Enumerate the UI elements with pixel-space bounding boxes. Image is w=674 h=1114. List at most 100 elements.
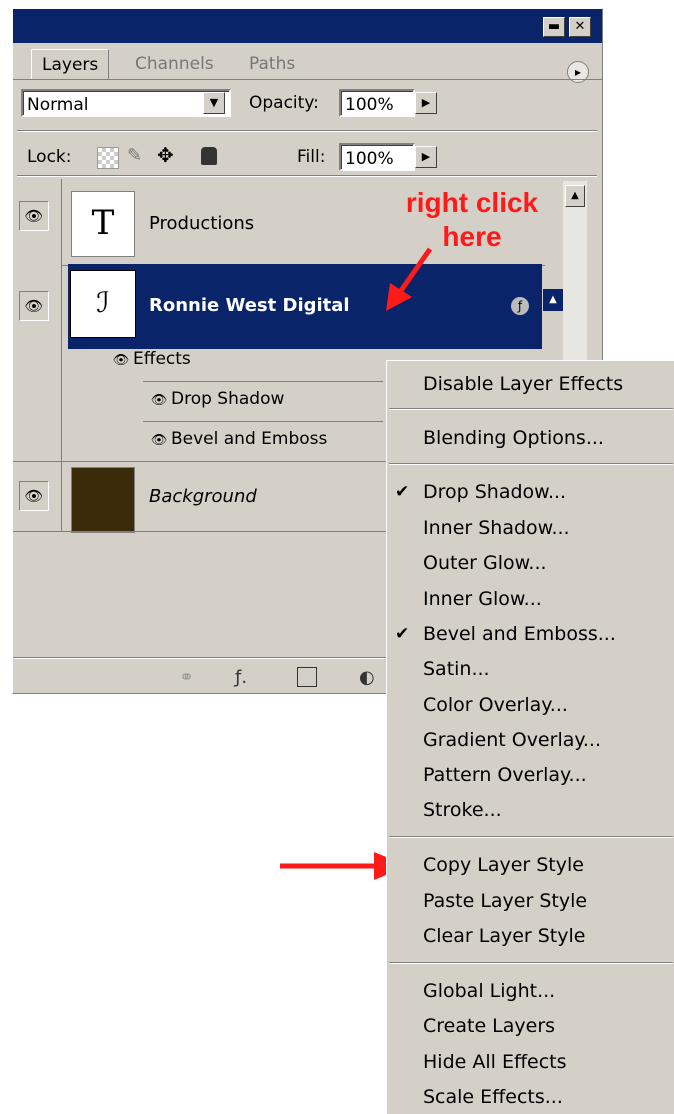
menu-item-hide-all-effects[interactable]: Hide All Effects [387, 1045, 674, 1079]
close-button[interactable]: ✕ [569, 17, 591, 37]
menu-separator [389, 463, 673, 465]
minimize-button[interactable]: ▬ [543, 17, 565, 37]
menu-item-blending-options[interactable]: Blending Options... [387, 421, 674, 455]
layer-thumbnail-productions[interactable]: T [71, 191, 135, 257]
chevron-down-icon[interactable]: ▼ [203, 92, 225, 114]
add-layer-style-icon[interactable]: ƒ. [235, 667, 247, 689]
tab-layers[interactable]: Layers [31, 49, 110, 80]
visibility-column [13, 179, 62, 531]
opacity-arrow-icon[interactable]: ▶ [415, 92, 437, 114]
menu-item-clear-layer-style[interactable]: Clear Layer Style [387, 919, 674, 953]
menu-item-label: Hide All Effects [423, 1051, 567, 1073]
divider [17, 130, 597, 132]
menu-item-label: Inner Shadow... [423, 517, 570, 539]
menu-item-bevel-emboss[interactable]: ✔ Bevel and Emboss... [387, 617, 674, 651]
menu-item-label: Global Light... [423, 980, 556, 1002]
eye-icon[interactable]: 👁 [19, 201, 49, 231]
menu-item-satin[interactable]: Satin... [387, 652, 674, 686]
context-menu: Disable Layer Effects Blending Options..… [386, 360, 674, 1114]
blend-mode-value: Normal [27, 95, 89, 115]
tab-paths[interactable]: Paths [239, 49, 305, 79]
type-layer-icon: T [91, 203, 115, 243]
layer-name-productions[interactable]: Productions [149, 212, 254, 236]
eye-icon[interactable]: 👁 [19, 481, 49, 511]
panel-tabs: Layers Channels Paths ▸ [13, 45, 602, 83]
effect-drop-shadow[interactable]: 👁 Drop Shadow [147, 387, 285, 413]
tab-divider [13, 79, 602, 80]
lock-transparency-icon[interactable] [97, 147, 119, 169]
layer-glyph-icon: ℐ [96, 286, 110, 319]
menu-separator [389, 836, 673, 838]
red-arrow-icon [386, 247, 433, 311]
menu-item-label: Bevel and Emboss... [423, 623, 616, 645]
menu-item-copy-layer-style[interactable]: Copy Layer Style [387, 848, 674, 882]
effect-label: Bevel and Emboss [171, 429, 328, 449]
lock-all-icon[interactable] [201, 147, 217, 165]
menu-item-label: Blending Options... [423, 427, 604, 449]
menu-item-create-layers[interactable]: Create Layers [387, 1009, 674, 1043]
divider [143, 421, 383, 422]
layer-name-ronnie[interactable]: Ronnie West Digital [149, 294, 350, 318]
eye-icon[interactable]: 👁 [147, 429, 171, 453]
annotation-right-click: right click here [392, 186, 552, 254]
menu-item-color-overlay[interactable]: Color Overlay... [387, 688, 674, 722]
lock-move-icon[interactable]: ✥ [157, 143, 174, 167]
opacity-field[interactable]: 100% [339, 89, 415, 117]
opacity-value: 100% [345, 95, 394, 115]
menu-item-label: Clear Layer Style [423, 925, 586, 947]
menu-item-label: Paste Layer Style [423, 890, 588, 912]
menu-item-label: Satin... [423, 658, 490, 680]
fill-value: 100% [345, 149, 394, 169]
menu-item-paste-layer-style[interactable]: Paste Layer Style [387, 884, 674, 918]
menu-separator [389, 962, 673, 964]
layer-name-background[interactable]: Background [149, 485, 257, 509]
fill-field[interactable]: 100% [339, 143, 415, 171]
blend-mode-dropdown[interactable]: Normal [21, 89, 231, 117]
effects-row[interactable]: 👁 Effects [109, 347, 191, 373]
eye-icon[interactable]: 👁 [147, 389, 171, 413]
layer-thumbnail-ronnie[interactable]: ℐ [70, 270, 136, 338]
menu-item-stroke[interactable]: Stroke... [387, 793, 674, 827]
effect-bevel-emboss[interactable]: 👁 Bevel and Emboss [147, 427, 328, 453]
lock-brush-icon[interactable]: ✎ [127, 145, 142, 166]
menu-item-label: Gradient Overlay... [423, 729, 602, 751]
layer-thumbnail-background[interactable] [71, 467, 135, 533]
menu-item-label: Copy Layer Style [423, 854, 584, 876]
fill-arrow-icon[interactable]: ▶ [415, 146, 437, 168]
lock-label: Lock: [27, 147, 72, 167]
menu-item-disable-layer-effects[interactable]: Disable Layer Effects [387, 367, 674, 401]
divider [143, 381, 383, 382]
menu-separator [389, 408, 673, 410]
scroll-thumb[interactable]: ▲ [543, 289, 563, 311]
menu-item-pattern-overlay[interactable]: Pattern Overlay... [387, 758, 674, 792]
menu-item-label: Disable Layer Effects [423, 373, 624, 395]
link-layers-icon[interactable]: ⚭ [179, 667, 194, 689]
menu-item-gradient-overlay[interactable]: Gradient Overlay... [387, 723, 674, 757]
menu-item-inner-shadow[interactable]: Inner Shadow... [387, 511, 674, 545]
menu-item-drop-shadow[interactable]: ✔ Drop Shadow... [387, 475, 674, 509]
menu-item-label: Outer Glow... [423, 552, 547, 574]
effects-label: Effects [133, 349, 191, 369]
menu-item-label: Scale Effects... [423, 1086, 563, 1108]
menu-item-label: Stroke... [423, 799, 502, 821]
menu-item-label: Create Layers [423, 1015, 556, 1037]
menu-item-outer-glow[interactable]: Outer Glow... [387, 546, 674, 580]
menu-item-global-light[interactable]: Global Light... [387, 974, 674, 1008]
menu-item-inner-glow[interactable]: Inner Glow... [387, 582, 674, 616]
scroll-up-icon[interactable]: ▲ [565, 185, 585, 207]
eye-icon[interactable]: 👁 [19, 291, 49, 321]
panel-titlebar[interactable]: ▬ ✕ [13, 9, 602, 43]
effect-label: Drop Shadow [171, 389, 285, 409]
menu-item-label: Pattern Overlay... [423, 764, 587, 786]
add-mask-icon[interactable] [297, 667, 317, 687]
adjustment-layer-icon[interactable]: ◐ [359, 667, 375, 689]
checkmark-icon: ✔ [395, 624, 410, 644]
tab-channels[interactable]: Channels [125, 49, 224, 79]
opacity-label: Opacity: [249, 93, 319, 113]
layer-effects-icon[interactable]: ƒ [511, 297, 529, 315]
eye-icon[interactable]: 👁 [109, 349, 133, 373]
menu-item-scale-effects[interactable]: Scale Effects... [387, 1080, 674, 1114]
menu-item-label: Color Overlay... [423, 694, 568, 716]
checkmark-icon: ✔ [395, 482, 410, 502]
divider [17, 175, 597, 177]
